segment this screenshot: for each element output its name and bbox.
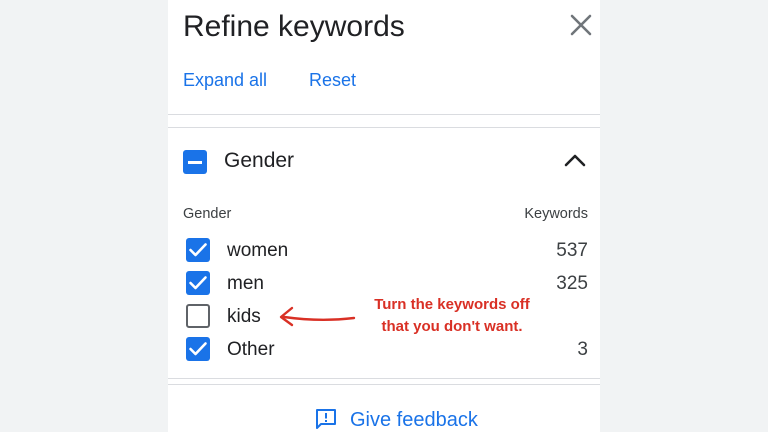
gender-group-header[interactable]: Gender: [168, 128, 600, 194]
annotation-callout: Turn the keywords off that you don't wan…: [352, 294, 552, 338]
chevron-up-icon[interactable]: [563, 152, 587, 168]
annotation-line-2: that you don't want.: [381, 318, 523, 335]
header-links: Expand all Reset: [183, 70, 356, 91]
checkbox-unchecked[interactable]: [186, 304, 210, 328]
group-indeterminate-checkbox[interactable]: [183, 150, 207, 174]
column-header-gender: Gender: [183, 206, 232, 222]
list-item[interactable]: Other 3: [168, 335, 600, 363]
row-count: 3: [577, 339, 588, 360]
refine-keywords-panel: Refine keywords Expand all Reset Gender …: [168, 0, 600, 432]
expand-all-link[interactable]: Expand all: [183, 70, 267, 90]
list-item[interactable]: men 325: [168, 269, 600, 297]
check-icon: [189, 243, 207, 257]
close-icon[interactable]: [568, 12, 594, 38]
gender-group: Gender Gender Keywords women 537 men 325…: [168, 127, 600, 379]
check-icon: [189, 342, 207, 356]
feedback-icon: [316, 409, 336, 429]
panel-footer: Give feedback: [168, 384, 600, 432]
panel-title: Refine keywords: [183, 10, 405, 43]
list-item[interactable]: women 537: [168, 236, 600, 264]
row-label: Other: [227, 339, 275, 360]
column-header-keywords: Keywords: [524, 206, 588, 222]
row-label: kids: [227, 306, 261, 327]
give-feedback-label: Give feedback: [350, 409, 478, 431]
check-icon: [189, 276, 207, 290]
checkbox-checked[interactable]: [186, 238, 210, 262]
row-label: women: [227, 240, 289, 261]
row-count: 325: [556, 273, 588, 294]
group-title: Gender: [224, 149, 295, 172]
row-count: 537: [556, 240, 588, 261]
annotation-line-1: Turn the keywords off: [374, 296, 530, 313]
arrow-left-icon: [279, 306, 356, 327]
row-label: men: [227, 273, 264, 294]
reset-link[interactable]: Reset: [309, 70, 356, 91]
checkbox-checked[interactable]: [186, 337, 210, 361]
panel-header: Refine keywords Expand all Reset: [168, 0, 600, 115]
checkbox-checked[interactable]: [186, 271, 210, 295]
